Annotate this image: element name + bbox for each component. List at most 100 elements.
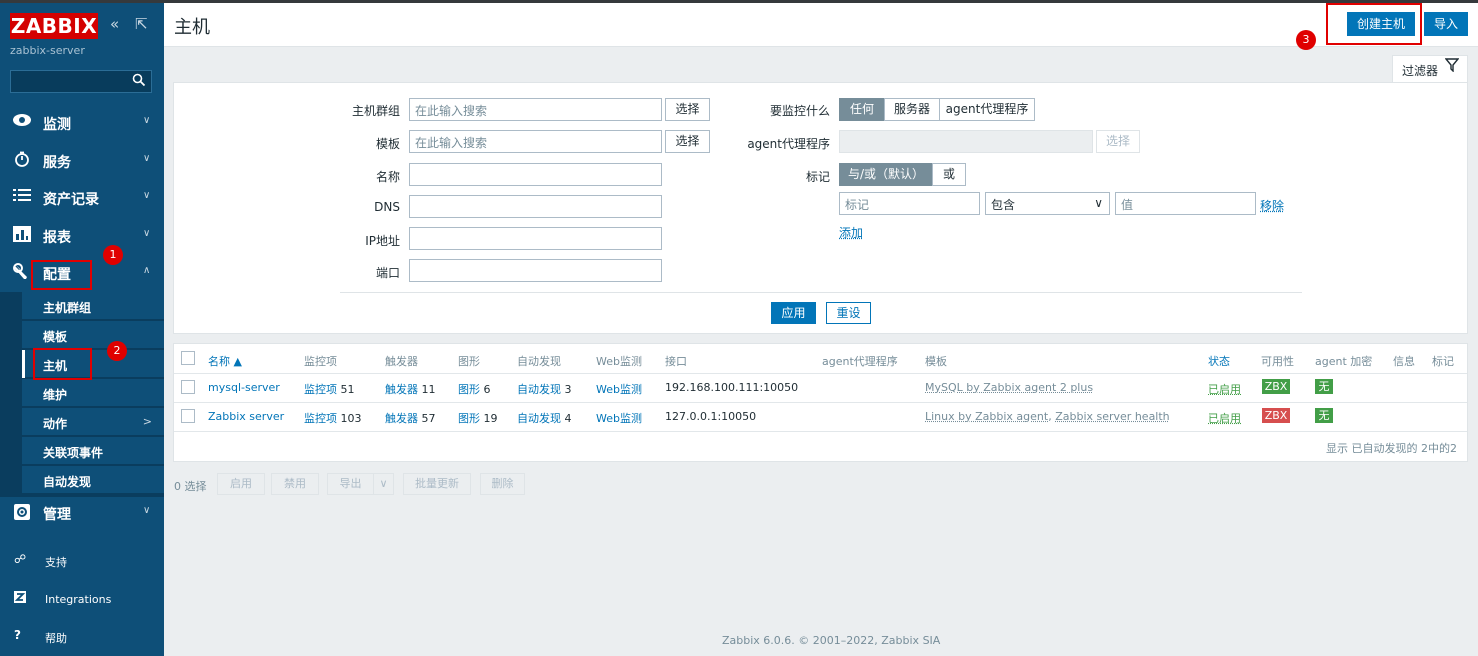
- web-link[interactable]: Web监测: [596, 410, 642, 426]
- page-footer: Zabbix 6.0.6. © 2001–2022, Zabbix SIA: [722, 634, 941, 647]
- nav-administration[interactable]: 管理 ∨: [0, 494, 164, 531]
- collapse-sidebar-icon[interactable]: «: [110, 15, 119, 33]
- interface-value: 127.0.0.1:10050: [665, 410, 757, 423]
- reset-button[interactable]: 重设: [826, 302, 871, 324]
- template-link[interactable]: MySQL by Zabbix agent 2 plus: [925, 381, 1093, 394]
- triggers-link[interactable]: 触发器: [385, 412, 418, 425]
- submenu-label: 模板: [43, 330, 68, 344]
- items-link[interactable]: 监控项: [304, 412, 337, 425]
- annotation-marker: 1: [103, 245, 123, 265]
- monitored-by-label: 要监控什么: [769, 104, 830, 118]
- dns-input[interactable]: [409, 195, 662, 218]
- add-tag-link[interactable]: 添加: [839, 224, 863, 241]
- host-groups-input[interactable]: 在此输入搜索: [409, 98, 662, 121]
- templates-select-button[interactable]: 选择: [665, 130, 710, 153]
- encryption-badge: 无: [1315, 379, 1333, 394]
- list-icon: [12, 188, 32, 206]
- monitored-by-any[interactable]: 任何: [839, 98, 885, 121]
- tag-value-input[interactable]: 值: [1115, 192, 1256, 215]
- disable-button[interactable]: 禁用: [271, 473, 319, 495]
- submenu-label: 主机群组: [43, 301, 92, 315]
- submenu-event-correlation[interactable]: 关联项事件: [22, 437, 164, 465]
- submenu-label: 自动发现: [43, 475, 92, 489]
- sidebar-search-input[interactable]: [10, 70, 152, 93]
- template-separator: ,: [1048, 410, 1052, 423]
- nav-inventory[interactable]: 资产记录 ∨: [0, 179, 164, 216]
- ip-input[interactable]: [409, 227, 662, 250]
- monitored-by-proxy[interactable]: agent代理程序: [939, 98, 1035, 121]
- submenu-label: 关联项事件: [43, 446, 104, 460]
- enable-button[interactable]: 启用: [217, 473, 265, 495]
- search-icon[interactable]: [132, 73, 146, 91]
- discovery-count: 4: [564, 412, 572, 425]
- chevron-down-icon: ∨: [143, 190, 151, 201]
- tags-and-or[interactable]: 与/或（默认）: [839, 163, 933, 186]
- status-link[interactable]: 已启用: [1208, 381, 1241, 397]
- row-checkbox[interactable]: [181, 409, 195, 423]
- submenu-templates[interactable]: 模板: [22, 321, 164, 349]
- host-name-link[interactable]: mysql-server: [208, 381, 280, 394]
- graphs-link[interactable]: 图形: [458, 383, 480, 396]
- wrench-icon: [12, 263, 32, 281]
- discovery-link[interactable]: 自动发现: [517, 412, 561, 425]
- submenu-label: 动作: [43, 417, 68, 431]
- nav-monitoring[interactable]: 监测 ∨: [0, 104, 164, 141]
- nav-help[interactable]: ? 帮助: [0, 622, 164, 652]
- submenu-discovery[interactable]: 自动发现: [22, 466, 164, 494]
- ip-label: IP地址: [365, 234, 400, 248]
- host-groups-select-button[interactable]: 选择: [665, 98, 710, 121]
- import-button[interactable]: 导入: [1424, 12, 1468, 36]
- submenu-host-groups[interactable]: 主机群组: [22, 292, 164, 320]
- monitored-by-server[interactable]: 服务器: [884, 98, 940, 121]
- annotation-marker: 2: [107, 341, 127, 361]
- submenu-maintenance[interactable]: 维护: [22, 379, 164, 407]
- dns-label: DNS: [374, 200, 400, 214]
- nav-reports[interactable]: 报表 ∨: [0, 217, 164, 254]
- filter-tab[interactable]: 过滤器: [1392, 55, 1468, 83]
- nav-integrations[interactable]: Integrations: [0, 585, 164, 615]
- templates-input[interactable]: 在此输入搜索: [409, 130, 662, 153]
- status-link[interactable]: 已启用: [1208, 410, 1241, 426]
- chevron-down-icon: ∨: [143, 153, 151, 164]
- nav-services[interactable]: 服务 ∨: [0, 142, 164, 179]
- proxy-input: [839, 130, 1093, 153]
- items-link[interactable]: 监控项: [304, 383, 337, 396]
- nav-label: 资产记录: [43, 192, 99, 208]
- chevron-down-icon: ∨: [143, 228, 151, 239]
- tags-or[interactable]: 或: [932, 163, 966, 186]
- delete-button[interactable]: 删除: [480, 473, 525, 495]
- col-name[interactable]: 名称 ▲: [208, 353, 242, 369]
- triggers-link[interactable]: 触发器: [385, 383, 418, 396]
- submenu-actions[interactable]: 动作 >: [22, 408, 164, 436]
- mass-update-button[interactable]: 批量更新: [403, 473, 471, 495]
- graphs-link[interactable]: 图形: [458, 412, 480, 425]
- kiosk-mode-icon[interactable]: ⇱: [135, 15, 148, 33]
- template-link[interactable]: Zabbix server health: [1055, 410, 1169, 423]
- chevron-down-icon: ∨: [143, 505, 151, 516]
- col-status[interactable]: 状态: [1208, 353, 1230, 369]
- template-link[interactable]: Linux by Zabbix agent: [925, 410, 1048, 423]
- port-input[interactable]: [409, 259, 662, 282]
- availability-badge[interactable]: ZBX: [1262, 379, 1290, 394]
- host-name-link[interactable]: Zabbix server: [208, 410, 284, 423]
- availability-badge[interactable]: ZBX: [1262, 408, 1290, 423]
- submenu-label: 维护: [43, 388, 68, 402]
- tag-name-input[interactable]: 标记: [839, 192, 980, 215]
- tag-operator-select[interactable]: 包含 ∨: [985, 192, 1110, 215]
- select-all-checkbox[interactable]: [181, 351, 195, 365]
- templates-label: 模板: [375, 137, 400, 151]
- filter-divider: [340, 292, 1302, 293]
- row-divider: [174, 431, 1467, 432]
- discovery-link[interactable]: 自动发现: [517, 383, 561, 396]
- export-button[interactable]: 导出: [327, 473, 374, 495]
- apply-button[interactable]: 应用: [771, 302, 816, 324]
- row-checkbox[interactable]: [181, 380, 195, 394]
- hosts-table: 名称 ▲ 监控项 触发器 图形 自动发现 Web监测 接口 agent代理程序 …: [173, 343, 1468, 462]
- web-link[interactable]: Web监测: [596, 381, 642, 397]
- zabbix-logo[interactable]: ZABBIX: [10, 13, 98, 39]
- nav-support[interactable]: ☍ 支持: [0, 546, 164, 576]
- z-icon: [14, 591, 26, 606]
- remove-tag-link[interactable]: 移除: [1260, 197, 1284, 214]
- name-input[interactable]: [409, 163, 662, 186]
- export-dropdown[interactable]: ∨: [373, 473, 394, 495]
